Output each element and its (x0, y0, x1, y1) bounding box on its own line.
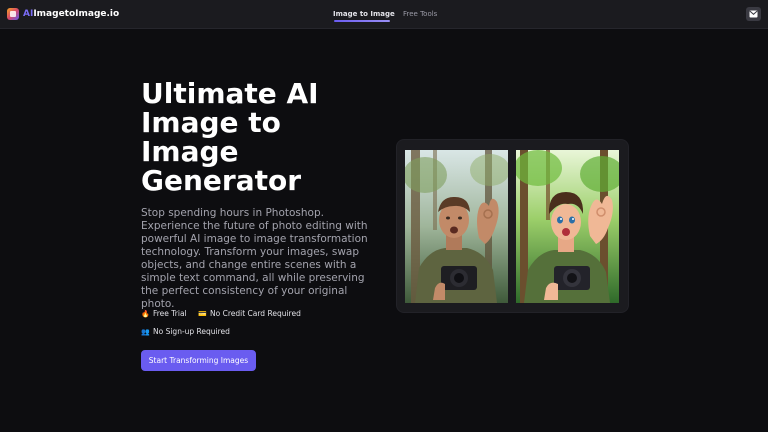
before-after-comparison (397, 140, 628, 312)
brand-prefix: AI (23, 9, 34, 19)
top-navbar: AIImagetoImage.io Image to Image Free To… (0, 0, 768, 29)
start-transforming-button[interactable]: Start Transforming Images (141, 350, 256, 371)
feature-label: No Credit Card Required (210, 309, 301, 318)
brand-name[interactable]: AIImagetoImage.io (23, 9, 119, 20)
anime-photo (516, 150, 619, 303)
nav-image-to-image[interactable]: Image to Image (333, 9, 395, 19)
feature-no-credit-card: 💳 No Credit Card Required (198, 309, 301, 319)
mail-icon (749, 10, 758, 18)
mail-button[interactable] (746, 7, 761, 21)
original-photo (405, 150, 508, 303)
feature-free-trial: 🔥 Free Trial (141, 309, 187, 319)
logo-icon[interactable] (7, 8, 19, 20)
feature-label: Free Trial (153, 309, 187, 318)
fire-icon: 🔥 (141, 310, 150, 318)
users-icon: 👥 (141, 328, 150, 336)
nav-active-indicator (334, 20, 390, 22)
brand-rest: ImagetoImage.io (33, 9, 120, 19)
credit-card-icon: 💳 (198, 310, 207, 318)
feature-label: No Sign-up Required (153, 327, 230, 336)
hero-title: Ultimate AI Image to Image Generator (141, 77, 319, 197)
feature-no-signup: 👥 No Sign-up Required (141, 327, 230, 337)
nav-free-tools[interactable]: Free Tools (403, 9, 437, 19)
hero-description: Stop spending hours in Photoshop. Experi… (141, 207, 368, 310)
